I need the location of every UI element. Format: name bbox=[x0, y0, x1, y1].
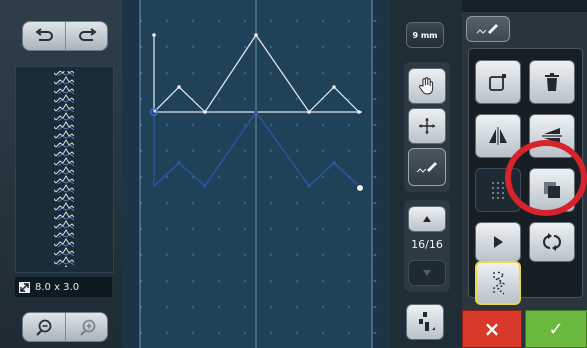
new-point-icon bbox=[489, 74, 506, 91]
right-control-column: 9 mm 16/16 bbox=[390, 0, 462, 348]
hand-pan-button[interactable] bbox=[408, 68, 446, 104]
play-icon bbox=[494, 236, 503, 248]
zoom-in-icon bbox=[79, 319, 95, 336]
stitch-counter: 16/16 bbox=[411, 238, 443, 251]
needle-position-button[interactable] bbox=[406, 304, 444, 340]
insert-point-button[interactable] bbox=[475, 60, 521, 104]
confirm-button[interactable]: ✓ bbox=[525, 310, 587, 348]
pattern-size-display: 8.0 x 3.0 bbox=[15, 277, 112, 297]
stitch-edit-tab[interactable] bbox=[466, 16, 510, 42]
zoom-in-button[interactable] bbox=[66, 313, 109, 341]
highlight-ring bbox=[505, 140, 587, 216]
zoom-out-icon bbox=[36, 319, 52, 336]
counter-up-button[interactable] bbox=[408, 206, 446, 232]
stitch-width-button[interactable]: 9 mm bbox=[406, 22, 444, 48]
undo-redo-group bbox=[22, 21, 108, 51]
trash-icon bbox=[545, 73, 559, 91]
current-point-marker bbox=[356, 184, 364, 192]
play-button[interactable] bbox=[475, 222, 521, 262]
counter-down-button[interactable] bbox=[408, 260, 446, 286]
pattern-size-value: 8.0 x 3.0 bbox=[35, 281, 80, 293]
zigzag-select-button[interactable] bbox=[475, 261, 521, 305]
stitch-edit-canvas[interactable] bbox=[122, 0, 390, 348]
hand-icon bbox=[419, 77, 434, 95]
left-panel: 8.0 x 3.0 bbox=[0, 0, 122, 348]
undo-arrow-icon bbox=[35, 28, 53, 41]
redo-arrow-icon bbox=[78, 28, 97, 41]
counter-group: 16/16 bbox=[404, 200, 450, 292]
triangle-up-icon bbox=[423, 216, 431, 222]
move-button[interactable] bbox=[408, 108, 446, 144]
stitch-drawing bbox=[139, 0, 373, 348]
repeat-button[interactable] bbox=[529, 222, 575, 262]
stitch-preview bbox=[15, 66, 114, 273]
stitch-width-label: 9 mm bbox=[412, 30, 438, 40]
resize-icon bbox=[19, 281, 30, 293]
move-arrows-icon bbox=[419, 118, 435, 134]
cancel-icon: × bbox=[483, 317, 501, 341]
pen-stitch-icon bbox=[416, 162, 437, 173]
mirror-horizontal-button[interactable] bbox=[475, 114, 521, 158]
undo-button[interactable] bbox=[23, 22, 66, 50]
triangle-down-icon bbox=[423, 270, 431, 276]
check-icon: ✓ bbox=[548, 318, 564, 340]
stitch-edit-icon bbox=[476, 24, 498, 34]
redo-button[interactable] bbox=[66, 22, 109, 50]
needle-position-icon bbox=[419, 312, 435, 331]
repeat-cycle-icon bbox=[543, 233, 561, 251]
mirror-horizontal-icon bbox=[489, 127, 507, 145]
stitch-preview-pattern bbox=[54, 71, 74, 267]
zoom-out-button[interactable] bbox=[23, 313, 66, 341]
zoom-group bbox=[22, 312, 108, 342]
stitch-edit-mode-button[interactable] bbox=[408, 148, 446, 186]
mode-group bbox=[404, 62, 450, 192]
cancel-button[interactable]: × bbox=[462, 310, 522, 348]
zigzag-select-icon bbox=[493, 271, 506, 295]
delete-button[interactable] bbox=[529, 60, 575, 104]
